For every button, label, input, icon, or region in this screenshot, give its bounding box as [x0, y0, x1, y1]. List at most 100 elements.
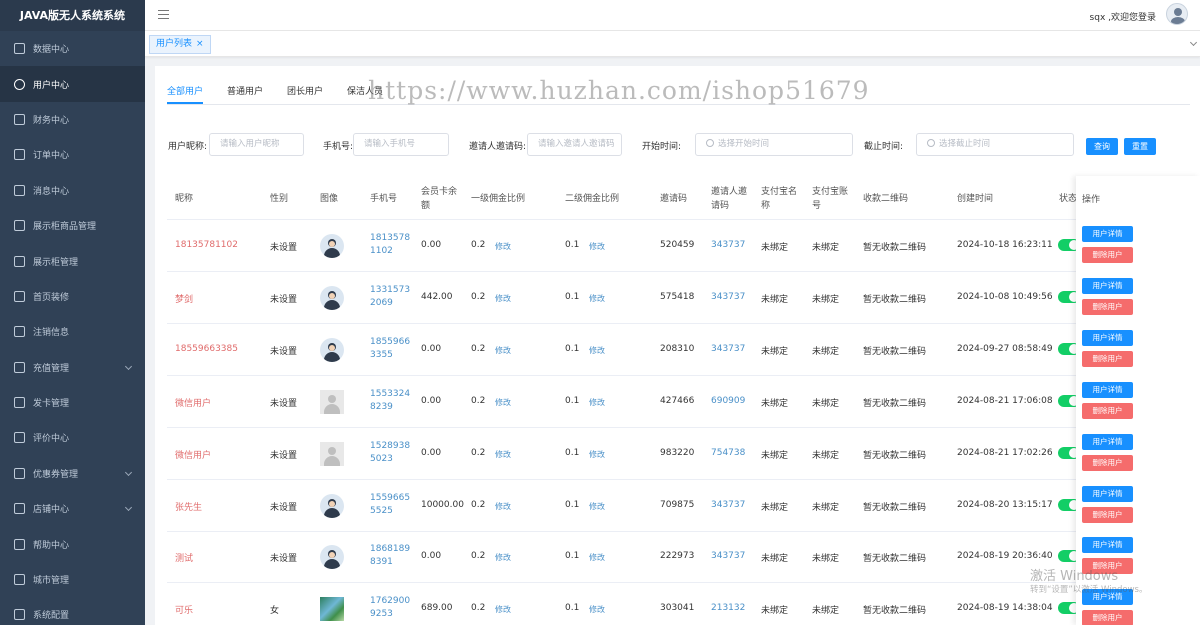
inviter-code-link[interactable]: 343737: [711, 240, 745, 250]
delete-user-button[interactable]: 删除用户: [1082, 454, 1133, 471]
sidebar-item-1[interactable]: 用户中心: [0, 66, 145, 102]
phone-input[interactable]: 请输入手机号: [353, 133, 449, 156]
delete-user-button[interactable]: 删除用户: [1082, 402, 1133, 419]
sidebar-item-13[interactable]: 店铺中心: [0, 491, 145, 526]
phone-cell[interactable]: 1762900 9253: [370, 595, 410, 621]
sidebar-item-9[interactable]: 充值管理: [0, 350, 145, 385]
avatar-face: [329, 241, 335, 247]
sidebar-item-16[interactable]: 系统配置: [0, 597, 145, 625]
delete-user-button[interactable]: 删除用户: [1082, 506, 1133, 523]
wallet-icon: [14, 113, 25, 125]
document-icon: [14, 149, 25, 161]
hamburger-icon[interactable]: [158, 10, 169, 19]
inviter-code-link[interactable]: 690909: [711, 396, 745, 406]
user-avatar[interactable]: [1166, 3, 1188, 25]
phone-cell[interactable]: 1868189 8391: [370, 543, 410, 569]
help-icon: [14, 538, 25, 550]
user-detail-button[interactable]: 用户详情: [1082, 329, 1133, 346]
table-row: 微信用户 未设置 1553324 8239 0.00 0.2 修改 0.1 修改 427466 69…: [167, 376, 1197, 428]
reset-button[interactable]: 重置: [1124, 138, 1156, 155]
phone-cell[interactable]: 1855966 3355: [370, 336, 410, 362]
search-button[interactable]: 查询: [1086, 138, 1118, 155]
edit-level2-link[interactable]: 修改: [589, 345, 605, 356]
delete-user-button[interactable]: 删除用户: [1082, 298, 1133, 315]
close-icon[interactable]: ×: [196, 39, 204, 49]
chevron-down-icon[interactable]: [1189, 38, 1198, 47]
inviter-code-link[interactable]: 213132: [711, 603, 745, 613]
inviter-code-link[interactable]: 343737: [711, 292, 745, 302]
phone-cell[interactable]: 1331573 2069: [370, 284, 410, 310]
start-time-input[interactable]: 选择开始时间: [695, 133, 853, 156]
sidebar-item-11[interactable]: 评价中心: [0, 420, 145, 455]
sidebar-item-4[interactable]: 消息中心: [0, 173, 145, 208]
sidebar-item-14[interactable]: 帮助中心: [0, 526, 145, 561]
sidebar-item-2[interactable]: 财务中心: [0, 102, 145, 137]
edit-level2-link[interactable]: 修改: [589, 241, 605, 252]
invite-code-cell: 983220: [660, 447, 695, 458]
edit-level1-link[interactable]: 修改: [495, 241, 511, 252]
top-header: sqx ,欢迎您登录: [145, 0, 1200, 31]
sidebar-item-3[interactable]: 订单中心: [0, 137, 145, 172]
delete-user-button[interactable]: 删除用户: [1082, 610, 1133, 625]
edit-level2-link[interactable]: 修改: [589, 501, 605, 512]
level1-ratio: 0.2: [471, 240, 486, 250]
tab-1[interactable]: 普通用户: [227, 84, 263, 104]
phone-cell[interactable]: 1528938 5023: [370, 440, 410, 466]
user-detail-button[interactable]: 用户详情: [1082, 226, 1133, 242]
user-detail-button[interactable]: 用户详情: [1082, 537, 1133, 554]
edit-level1-link[interactable]: 修改: [495, 293, 511, 304]
user-detail-button[interactable]: 用户详情: [1082, 433, 1133, 450]
created-time-cell: 2024-10-18 16:23:11: [957, 240, 1053, 250]
invite-code-input[interactable]: 请输入邀请人邀请码: [527, 133, 622, 156]
avatar-head: [328, 446, 336, 455]
inviter-code-link[interactable]: 343737: [711, 500, 745, 510]
tab-0[interactable]: 全部用户: [167, 84, 204, 104]
end-time-input[interactable]: 选择截止时间: [916, 133, 1074, 156]
delete-user-button[interactable]: 删除用户: [1082, 350, 1133, 367]
delete-user-button[interactable]: 删除用户: [1082, 247, 1133, 263]
sidebar-item-label: 店铺中心: [33, 505, 70, 516]
sidebar-item-7[interactable]: 首页装修: [0, 279, 145, 314]
sidebar-item-0[interactable]: 数据中心: [0, 31, 145, 66]
edit-level1-link[interactable]: 修改: [495, 604, 511, 615]
nickname-input[interactable]: 请输入用户昵称: [209, 133, 304, 156]
sidebar-item-10[interactable]: 发卡管理: [0, 385, 145, 420]
user-detail-button[interactable]: 用户详情: [1082, 277, 1133, 294]
phone-cell[interactable]: 1813578 1102: [370, 232, 410, 258]
edit-level1-link[interactable]: 修改: [495, 449, 511, 460]
avatar-image: [320, 234, 344, 258]
edit-level2-link[interactable]: 修改: [589, 397, 605, 408]
level2-ratio: 0.1: [565, 395, 580, 406]
phone-line2: 5525: [370, 505, 393, 516]
edit-level2-link[interactable]: 修改: [589, 604, 605, 615]
user-detail-button[interactable]: 用户详情: [1082, 485, 1133, 502]
message-icon: [14, 184, 25, 196]
user-detail-button[interactable]: 用户详情: [1082, 381, 1133, 398]
inviter-code-link[interactable]: 754738: [711, 448, 745, 458]
sidebar-item-8[interactable]: 注销信息: [0, 314, 145, 349]
tab-2[interactable]: 团长用户: [287, 84, 323, 104]
edit-level1-link[interactable]: 修改: [495, 345, 511, 356]
card-icon: [14, 397, 25, 409]
inviter-code-link[interactable]: 343737: [711, 551, 745, 561]
sidebar-item-6[interactable]: 展示柜管理: [0, 243, 145, 278]
edit-level2-link[interactable]: 修改: [589, 552, 605, 563]
sidebar-item-label: 系统配置: [33, 611, 70, 622]
th-qr-code: 收款二维码: [863, 194, 909, 204]
sidebar-item-12[interactable]: 优惠券管理: [0, 456, 145, 491]
sidebar-item-label: 城市管理: [33, 576, 70, 587]
nickname-cell: 梦剑: [175, 294, 194, 305]
phone-cell[interactable]: 1553324 8239: [370, 388, 410, 414]
tab-user-list[interactable]: 用户列表 ×: [149, 35, 211, 54]
sidebar-item-15[interactable]: 城市管理: [0, 562, 145, 597]
qr-code-cell: 暂无收款二维码: [863, 398, 927, 409]
edit-level1-link[interactable]: 修改: [495, 552, 511, 563]
edit-level1-link[interactable]: 修改: [495, 501, 511, 512]
inviter-code-link[interactable]: 343737: [711, 344, 745, 354]
edit-level2-link[interactable]: 修改: [589, 293, 605, 304]
edit-level2-link[interactable]: 修改: [589, 449, 605, 460]
created-time-cell: 2024-08-21 17:06:08: [957, 395, 1053, 406]
phone-cell[interactable]: 1559665 5525: [370, 492, 410, 518]
sidebar-item-5[interactable]: 展示柜商品管理: [0, 208, 145, 243]
edit-level1-link[interactable]: 修改: [495, 397, 511, 408]
